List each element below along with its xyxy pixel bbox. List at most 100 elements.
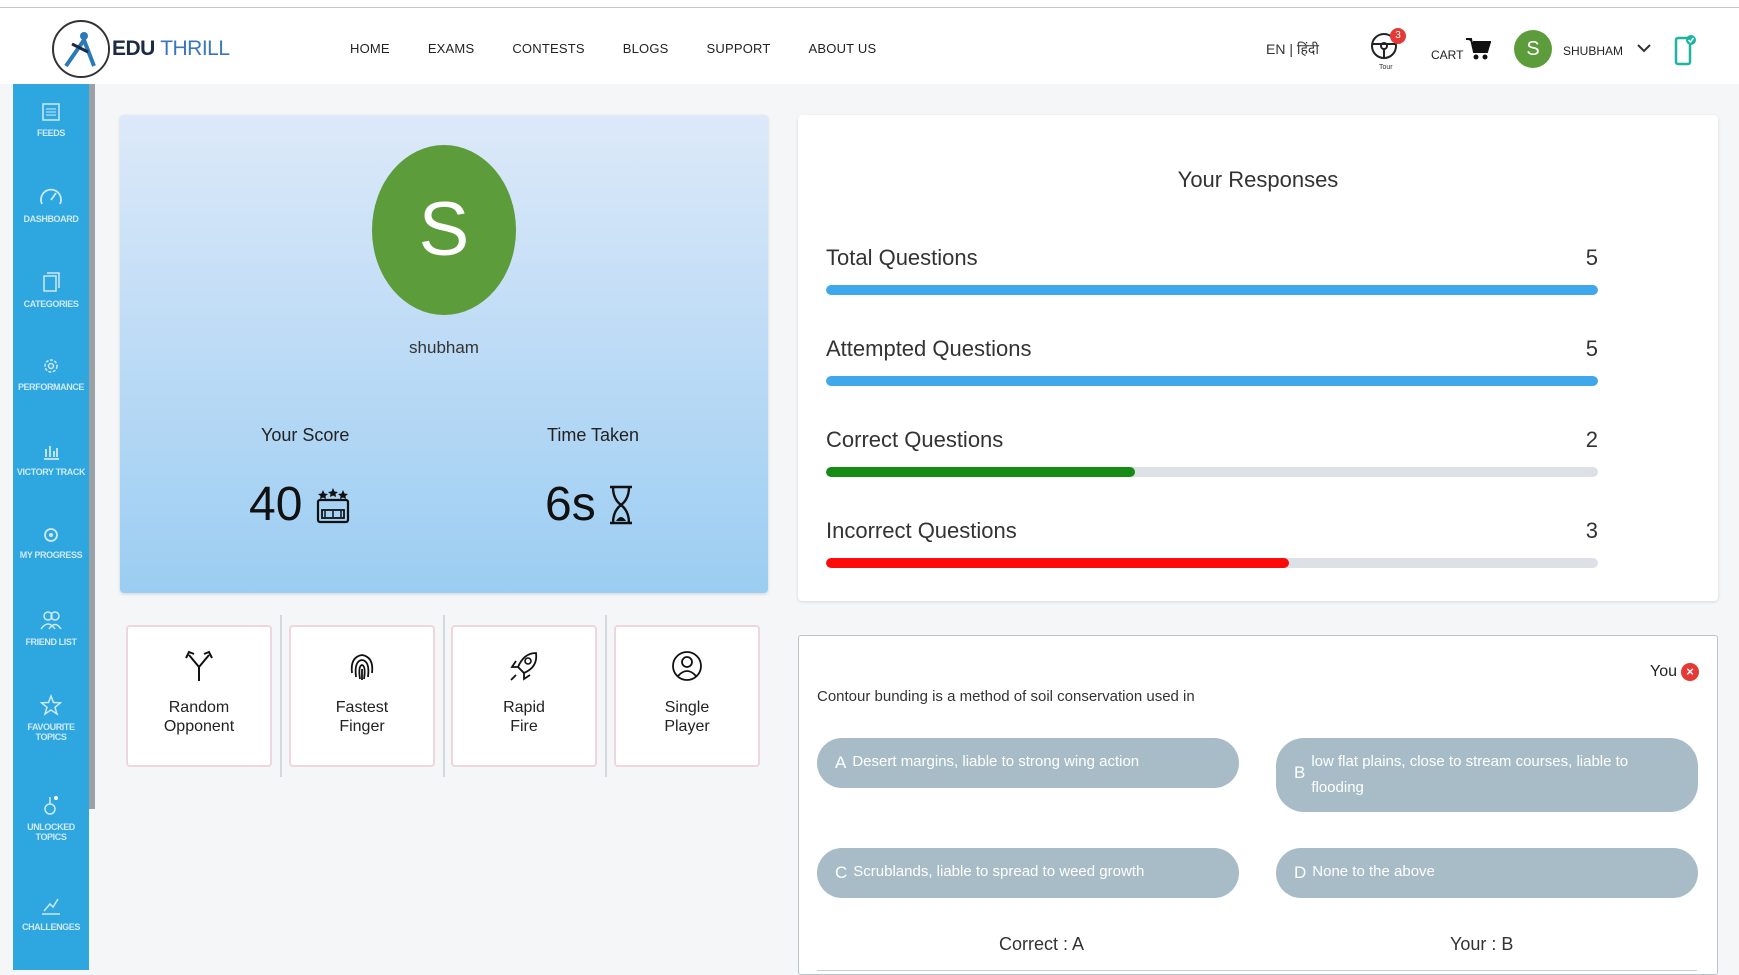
cart-label: CART bbox=[1431, 48, 1464, 62]
mode-random-opponent[interactable]: Random Opponent bbox=[126, 625, 272, 767]
sidebar-scrollbar[interactable] bbox=[89, 84, 95, 809]
stat-label: Total Questions bbox=[826, 245, 978, 270]
sidebar-label: FEEDS bbox=[36, 128, 65, 138]
question-review-card: You × Contour bunding is a method of soi… bbox=[798, 635, 1718, 975]
rocket-icon bbox=[510, 652, 538, 681]
stat-progress-track bbox=[826, 467, 1598, 477]
option-b[interactable]: B low flat plains, close to stream cours… bbox=[1276, 738, 1698, 812]
tour-label: Tour bbox=[1379, 64, 1393, 71]
cart-icon bbox=[1466, 38, 1492, 60]
language-switcher[interactable]: EN | हिंदी bbox=[1266, 40, 1319, 59]
star-icon bbox=[40, 694, 62, 716]
option-c[interactable]: C Scrublands, liable to spread to weed g… bbox=[817, 848, 1239, 898]
mode-fastest-finger[interactable]: Fastest Finger bbox=[289, 625, 435, 767]
cart-button[interactable]: CART bbox=[1431, 36, 1492, 62]
mode-divider bbox=[280, 615, 282, 777]
stat-label: Incorrect Questions bbox=[826, 518, 1017, 543]
stat-correct-questions: Correct Questions 2 bbox=[826, 427, 1598, 477]
option-text: low flat plains, close to stream courses… bbox=[1311, 753, 1629, 796]
stat-incorrect-questions: Incorrect Questions 3 bbox=[826, 518, 1598, 568]
sidebar-item-favourite-topics[interactable]: FAVOURITE TOPICS bbox=[13, 694, 89, 742]
chevron-down-icon[interactable] bbox=[1636, 40, 1652, 56]
mode-label-line1: Fastest bbox=[335, 699, 389, 716]
window-top-border bbox=[0, 0, 1739, 8]
time-number: 6s bbox=[545, 478, 596, 531]
stat-label: Attempted Questions bbox=[826, 336, 1032, 361]
brand-logo[interactable]: EDU THRILL bbox=[52, 20, 230, 78]
option-d[interactable]: D None to the above bbox=[1276, 848, 1698, 898]
sidebar-item-friend-list[interactable]: FRIEND LIST bbox=[13, 609, 89, 647]
option-text: Desert margins, liable to strong wing ac… bbox=[852, 753, 1140, 770]
stat-progress-fill bbox=[826, 285, 1598, 295]
mode-label-line2: Fire bbox=[510, 718, 538, 735]
sidebar-item-challenges[interactable]: CHALLENGES bbox=[13, 894, 89, 932]
scoreboard-icon bbox=[317, 487, 350, 523]
sidebar-item-dashboard[interactable]: DASHBOARD bbox=[13, 186, 89, 224]
question-divider bbox=[817, 970, 1697, 971]
your-answer-tag: You × bbox=[1650, 663, 1699, 681]
user-name[interactable]: SHUBHAM bbox=[1563, 44, 1623, 58]
you-label: You bbox=[1650, 663, 1677, 680]
sidebar-item-my-progress[interactable]: MY PROGRESS bbox=[13, 526, 89, 560]
brand-name: EDU THRILL bbox=[112, 37, 230, 61]
feeds-icon bbox=[42, 103, 60, 121]
unlock-icon bbox=[44, 796, 58, 815]
stat-progress-track bbox=[826, 285, 1598, 295]
time-label: Time Taken bbox=[547, 425, 640, 445]
split-arrows-icon bbox=[185, 650, 213, 681]
stat-progress-fill bbox=[826, 467, 1135, 477]
correct-answer: Correct : A bbox=[999, 934, 1085, 954]
friends-icon bbox=[40, 611, 62, 630]
sidebar-label: FAVOURITE TOPICS bbox=[27, 722, 75, 742]
sidebar-label: CHALLENGES bbox=[21, 922, 80, 932]
mode-divider bbox=[605, 615, 607, 777]
user-circle-icon bbox=[672, 651, 702, 681]
wrong-answer-icon: × bbox=[1681, 663, 1699, 681]
top-header: EDU THRILL HOME EXAMS CONTESTS BLOGS SUP… bbox=[0, 8, 1739, 84]
mode-rapid-fire[interactable]: Rapid Fire bbox=[451, 625, 597, 767]
mode-label-line1: Random bbox=[168, 699, 230, 716]
nav-contests[interactable]: CONTESTS bbox=[512, 41, 584, 56]
nav-home[interactable]: HOME bbox=[350, 41, 390, 56]
sidebar-item-categories[interactable]: CATEGORIES bbox=[13, 271, 89, 309]
sidebar-label: CATEGORIES bbox=[23, 299, 79, 309]
user-avatar[interactable]: S bbox=[1514, 30, 1552, 68]
nav-about-us[interactable]: ABOUT US bbox=[809, 41, 877, 56]
brand-name-part2: THRILL bbox=[160, 37, 230, 60]
stat-attempted-questions: Attempted Questions 5 bbox=[826, 336, 1598, 386]
mode-label-line1: Rapid bbox=[503, 699, 545, 716]
option-letter: A bbox=[835, 753, 847, 772]
nav-blogs[interactable]: BLOGS bbox=[623, 41, 669, 56]
mode-single-player[interactable]: Single Player bbox=[614, 625, 760, 767]
brand-name-part1: EDU bbox=[112, 37, 155, 60]
sidebar-item-unlocked-topics[interactable]: UNLOCKED TOPICS bbox=[13, 794, 89, 842]
responses-title: Your Responses bbox=[1177, 167, 1339, 192]
responses-card: Your Responses Total Questions 5 Attempt… bbox=[798, 115, 1718, 601]
mode-label-line2: Player bbox=[664, 718, 710, 735]
sidebar-label: VICTORY TRACK bbox=[16, 467, 86, 477]
option-text: None to the above bbox=[1312, 863, 1435, 880]
challenge-icon bbox=[42, 898, 60, 915]
profile-avatar: S bbox=[372, 145, 516, 315]
option-a[interactable]: A Desert margins, liable to strong wing … bbox=[817, 738, 1239, 788]
categories-icon bbox=[43, 272, 60, 292]
nav-exams[interactable]: EXAMS bbox=[428, 41, 475, 56]
stat-value: 5 bbox=[1585, 336, 1598, 361]
stat-progress-fill bbox=[826, 376, 1598, 386]
left-sidebar: FEEDS DASHBOARD CATEGORIES PERFORMANCE V… bbox=[13, 84, 89, 970]
sidebar-label: DASHBOARD bbox=[23, 214, 79, 224]
sidebar-item-feeds[interactable]: FEEDS bbox=[13, 102, 89, 138]
nav-support[interactable]: SUPPORT bbox=[707, 41, 771, 56]
stat-total-questions: Total Questions 5 bbox=[826, 245, 1598, 295]
time-value: 6s bbox=[545, 477, 634, 532]
your-answer: Your : B bbox=[1450, 934, 1514, 954]
progress-icon bbox=[44, 528, 58, 542]
bar-chart-icon bbox=[44, 446, 59, 460]
tour-button[interactable]: 3 Tour bbox=[1370, 28, 1406, 72]
sidebar-item-performance[interactable]: PERFORMANCE bbox=[13, 356, 89, 392]
sidebar-item-victory-track[interactable]: VICTORY TRACK bbox=[13, 441, 89, 477]
mobile-app-icon[interactable] bbox=[1674, 34, 1696, 66]
gear-icon bbox=[44, 359, 58, 373]
sidebar-label: MY PROGRESS bbox=[19, 550, 83, 560]
stat-label: Correct Questions bbox=[826, 427, 1004, 452]
